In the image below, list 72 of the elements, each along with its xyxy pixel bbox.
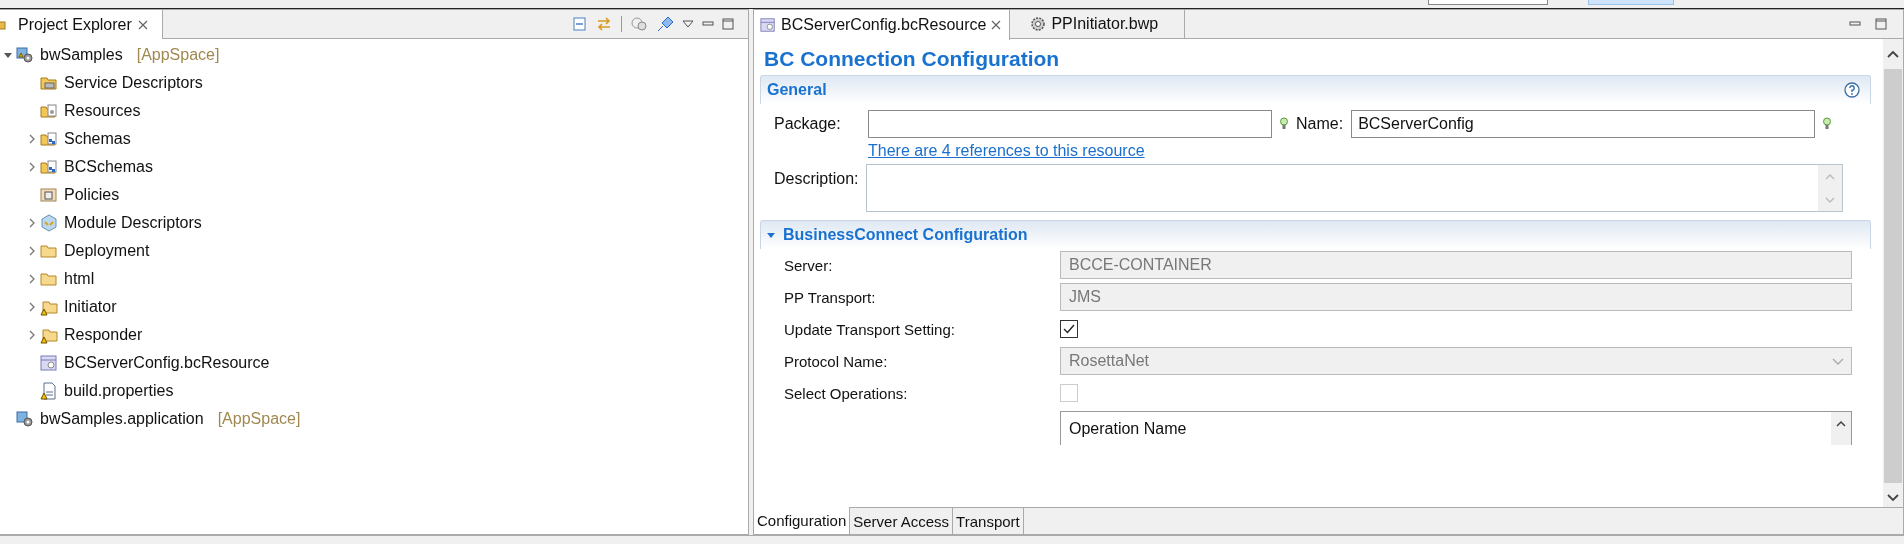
checkbox[interactable] — [1060, 320, 1078, 338]
tree-item[interactable]: Deployment — [64, 241, 150, 260]
caret-icon — [1831, 356, 1845, 366]
tree-item-tag: [AppSpace] — [136, 45, 220, 64]
folder-icon — [40, 157, 58, 176]
close-icon[interactable] — [991, 19, 1002, 30]
help-icon[interactable] — [1844, 82, 1860, 98]
pin-icon[interactable] — [656, 16, 674, 32]
scroll-down-icon[interactable] — [1886, 493, 1900, 503]
field-label: Update Transport Setting: — [784, 320, 956, 338]
folder-icon — [40, 129, 58, 148]
field-label: Select Operations: — [784, 384, 909, 402]
field-label: Name: — [1296, 115, 1344, 133]
minimize-icon[interactable] — [702, 19, 714, 29]
editor-tab[interactable]: PPInitiator.bwp — [1024, 10, 1186, 38]
expand-arrow-icon[interactable] — [4, 50, 12, 59]
maximize-icon[interactable] — [722, 18, 734, 30]
field-label: Protocol Name: — [784, 352, 889, 370]
tree-item[interactable]: Service Descriptors — [64, 73, 203, 92]
lightbulb-icon — [1823, 117, 1832, 131]
toolbar-field[interactable] — [1428, 0, 1548, 5]
editor-tab[interactable]: BCServerConfig.bcResource — [754, 9, 1011, 40]
page-tab[interactable]: Transport — [953, 508, 1024, 534]
tree-item[interactable]: build.properties — [64, 381, 174, 400]
field-label: Description: — [774, 169, 860, 189]
tree-item-tag: [AppSpace] — [217, 409, 301, 428]
tree-item[interactable]: BCSchemas — [64, 157, 153, 176]
section-title: General — [767, 81, 827, 99]
folder-icon — [0, 18, 6, 31]
tree-item[interactable]: Schemas — [64, 129, 131, 148]
page-tab[interactable]: Configuration — [754, 507, 851, 534]
field-label: Server: — [784, 256, 834, 274]
tree-item[interactable]: bwSamples.application — [40, 409, 204, 428]
expand-arrow-icon[interactable] — [767, 231, 775, 239]
description-field[interactable] — [866, 164, 1843, 212]
gear-icon — [1030, 16, 1047, 32]
field-label: PP Transport: — [784, 288, 877, 306]
tree-item[interactable]: Responder — [64, 325, 143, 344]
column-header[interactable]: Operation Name — [1069, 419, 1187, 438]
project-gear-icon — [16, 409, 34, 428]
scrollbar[interactable] — [1883, 39, 1903, 507]
collapse-all-icon[interactable] — [571, 16, 587, 32]
resource-file-icon — [40, 353, 58, 372]
package-field[interactable] — [868, 110, 1272, 138]
properties-file-icon — [40, 381, 58, 400]
references-link[interactable]: There are 4 references to this resource — [868, 142, 1145, 159]
folder-icon — [40, 101, 58, 120]
section-title: BusinessConnect Configuration — [783, 226, 1028, 244]
field-label: Package: — [774, 115, 842, 133]
scrollbar[interactable] — [1831, 412, 1851, 445]
maximize-icon[interactable] — [1875, 18, 1887, 30]
tree-item[interactable]: Resources — [64, 101, 141, 120]
minimize-icon[interactable] — [1849, 19, 1861, 29]
tree-item[interactable]: Module Descriptors — [64, 213, 202, 232]
policy-icon — [40, 185, 58, 204]
tree-item[interactable]: bwSamples — [40, 45, 123, 64]
tree-item[interactable]: Policies — [64, 185, 120, 204]
close-icon[interactable] — [137, 19, 148, 30]
resource-file-icon — [760, 16, 776, 33]
lightbulb-icon — [1280, 117, 1288, 131]
cube-icon — [40, 213, 58, 232]
scroll-up-icon[interactable] — [1886, 49, 1900, 59]
page-tab[interactable]: Server Access — [850, 508, 954, 534]
view-menu-icon[interactable] — [682, 19, 694, 29]
tree-item[interactable]: Initiator — [64, 297, 117, 316]
name-field[interactable]: BCServerConfig — [1351, 110, 1816, 138]
page-title: BC Connection Configuration — [763, 46, 1061, 72]
view-tab[interactable]: Project Explorer — [0, 10, 163, 39]
scroll-up-icon[interactable] — [1835, 420, 1847, 428]
project-gear-icon — [16, 45, 34, 64]
tree-item[interactable]: BCServerConfig.bcResource — [64, 353, 270, 372]
tree-item[interactable]: html — [64, 269, 95, 288]
